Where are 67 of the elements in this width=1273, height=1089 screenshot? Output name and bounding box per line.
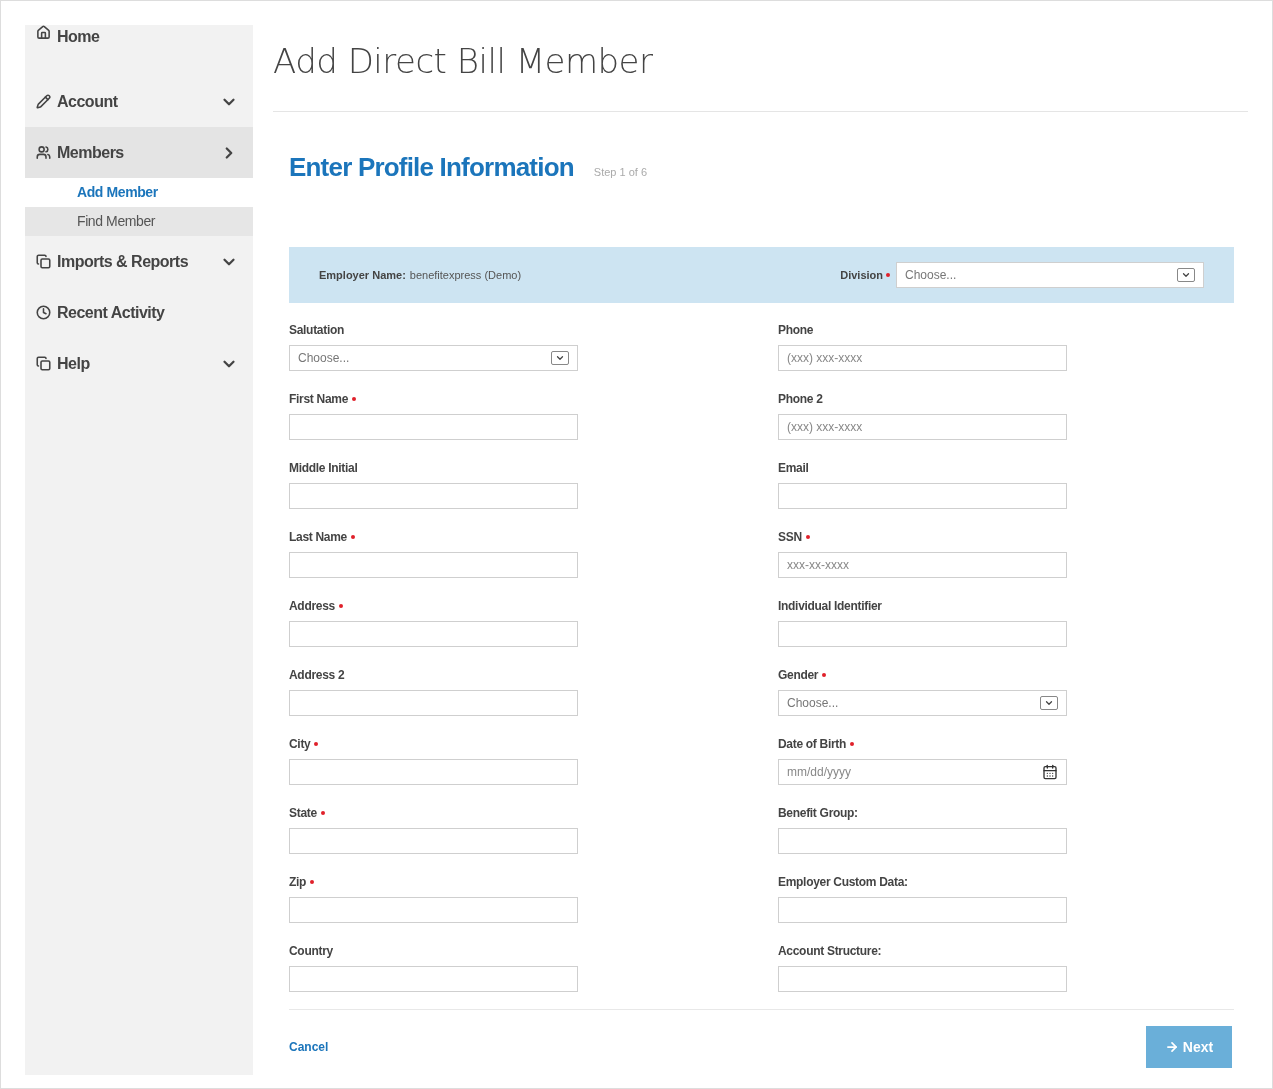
input-field[interactable]: [778, 966, 1067, 992]
select-field[interactable]: Choose...: [778, 690, 1067, 716]
field-label: First Name: [289, 391, 349, 408]
arrow-right-icon: [1164, 1040, 1179, 1054]
cancel-link[interactable]: Cancel: [289, 1038, 329, 1056]
input-field[interactable]: [289, 621, 578, 647]
date-field[interactable]: mm/dd/yyyy: [778, 759, 1067, 785]
sidebar-item[interactable]: Imports & Reports: [25, 236, 253, 287]
field-label: Email: [778, 460, 809, 477]
field-label: SSN: [778, 529, 802, 546]
sidebar-item[interactable]: Home: [25, 25, 253, 76]
field-label: Employer Custom Data:: [778, 874, 908, 891]
input-field[interactable]: [289, 414, 578, 440]
field-label: Account Structure:: [778, 943, 882, 960]
field-label: Middle Initial: [289, 460, 358, 477]
submenu-link[interactable]: Find Member: [25, 207, 253, 236]
field-label: Phone 2: [778, 391, 823, 408]
field-label: Individual Identifier: [778, 598, 882, 615]
field-label: Benefit Group:: [778, 805, 858, 822]
field-label: Country: [289, 943, 333, 960]
field-label: Last Name: [289, 529, 347, 546]
copy-icon: [36, 254, 51, 269]
field-label: Zip: [289, 874, 307, 891]
users-icon: [36, 145, 51, 160]
input-field[interactable]: [289, 897, 578, 923]
home-icon: [36, 25, 51, 40]
dropdown-icon: [551, 351, 569, 365]
dropdown-icon: [1177, 268, 1195, 282]
input-field[interactable]: [289, 828, 578, 854]
page-title: Add Direct Bill Member: [273, 40, 654, 83]
employer-value: benefitexpress (Demo): [409, 267, 523, 283]
field-label: City: [289, 736, 311, 753]
input-field[interactable]: [289, 483, 578, 509]
step-indicator: Step 1 of 6: [593, 165, 648, 180]
field-label: Address 2: [289, 667, 345, 684]
input-field[interactable]: [778, 828, 1067, 854]
select-field[interactable]: Choose...: [289, 345, 578, 371]
input-field[interactable]: [778, 621, 1067, 647]
sidebar-item[interactable]: Account: [25, 76, 253, 127]
calendar-icon: [1042, 764, 1058, 780]
input-field[interactable]: [289, 690, 578, 716]
field-label: Gender: [778, 667, 819, 684]
sidebar-item[interactable]: Recent Activity: [25, 287, 253, 338]
division-label: Division: [840, 267, 883, 283]
section-title: Enter Profile Information: [289, 151, 574, 184]
select-field[interactable]: Choose...: [896, 262, 1204, 288]
field-label: Address: [289, 598, 335, 615]
input-field[interactable]: (xxx) xxx-xxxx: [778, 345, 1067, 371]
field-label: Salutation: [289, 322, 344, 339]
pencil-icon: [36, 94, 51, 109]
input-field[interactable]: xxx-xx-xxxx: [778, 552, 1067, 578]
employer-label: Employer Name:: [319, 267, 406, 283]
field-label: Phone: [778, 322, 814, 339]
field-label: State: [289, 805, 317, 822]
sidebar-item[interactable]: Help: [25, 338, 253, 389]
input-field[interactable]: [289, 552, 578, 578]
sidebar-item[interactable]: Members: [25, 127, 253, 178]
clock-icon: [36, 305, 51, 320]
input-field[interactable]: (xxx) xxx-xxxx: [778, 414, 1067, 440]
input-field[interactable]: [778, 483, 1067, 509]
input-field[interactable]: [778, 897, 1067, 923]
field-label: Date of Birth: [778, 736, 847, 753]
copy-icon: [36, 356, 51, 371]
input-field[interactable]: [289, 759, 578, 785]
submenu-link[interactable]: Add Member: [25, 178, 253, 207]
input-field[interactable]: [289, 966, 578, 992]
dropdown-icon: [1040, 696, 1058, 710]
